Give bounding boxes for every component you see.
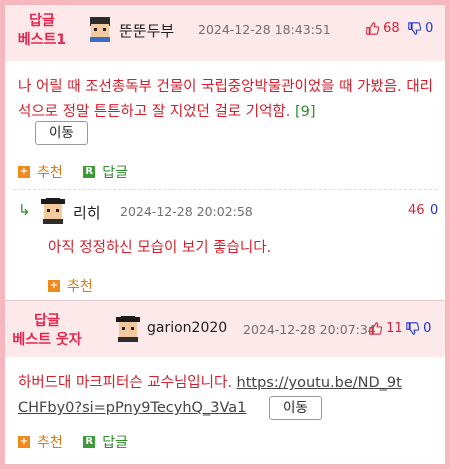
best-comment-header: 답글 베스트1 뚠뚠두부 2024-12-28 18:43:51 68 0 [5, 5, 445, 61]
comment-body: 아직 정정하신 모습이 보기 좋습니다. [48, 240, 272, 256]
reply-label: 답글 [102, 435, 128, 451]
downvote-button[interactable]: 0 [406, 321, 431, 336]
comment-list: 답글 베스트1 뚠뚠두부 2024-12-28 18:43:51 68 0 나 … [5, 5, 445, 464]
thumbs-up-icon [366, 22, 380, 35]
recommend-button[interactable]: + 추천 [48, 276, 93, 296]
move-button[interactable]: 이동 [268, 396, 322, 420]
comment-actions: + 추천 R 답글 [18, 162, 144, 182]
reply-square-icon: R [83, 436, 96, 448]
plus-square-icon: + [18, 436, 30, 448]
comment-timestamp: 2024-12-28 20:02:58 [120, 204, 253, 219]
thumbs-down-icon [406, 322, 420, 335]
comment-body: 하버드대 마크피터슨 교수님입니다. https://youtu.be/ND_9… [18, 371, 438, 421]
recommend-button[interactable]: + 추천 [18, 162, 63, 182]
best-comment-header: 답글 베스트 웃자 garion2020 2024-12-28 20:07:34… [5, 301, 445, 357]
upvote-count: 11 [386, 321, 403, 336]
best-badge-line1: 답글 [29, 13, 55, 29]
reply-square-icon: R [83, 166, 96, 178]
recommend-label: 추천 [37, 435, 63, 451]
comment-link-continued[interactable]: CHFby0?si=pPny9TecyhQ_3Va1 [18, 400, 246, 416]
divider [13, 189, 437, 190]
recommend-label: 추천 [37, 165, 63, 181]
comment-timestamp: 2024-12-28 20:07:34 [243, 322, 376, 337]
best-badge-line2: 베스트1 [17, 32, 67, 48]
plus-square-icon: + [18, 166, 30, 178]
reply-label: 답글 [102, 165, 128, 181]
reply-button[interactable]: R 답글 [83, 432, 128, 452]
thumbs-up-icon [369, 322, 383, 335]
comment-text: 나 어릴 때 조선총독부 건물이 국립중앙박물관이었을 때 가봤음. 대리석으로… [18, 79, 433, 120]
best-badge: 답글 베스트1 [5, 12, 79, 50]
best-badge-line1: 답글 [34, 313, 60, 329]
downvote-count: 0 [425, 21, 434, 36]
comment-author[interactable]: 리히 [73, 202, 101, 223]
upvote-count[interactable]: 46 [408, 203, 425, 218]
comment-body: 나 어릴 때 조선총독부 건물이 국립중앙박물관이었을 때 가봤음. 대리석으로… [18, 75, 436, 125]
comment-link[interactable]: https://youtu.be/ND_9t [237, 375, 402, 391]
comment-timestamp: 2024-12-28 18:43:51 [198, 22, 331, 37]
comment-author[interactable]: 뚠뚠두부 [119, 20, 174, 41]
upvote-button[interactable]: 11 [369, 321, 403, 336]
downvote-button[interactable]: 0 [408, 21, 433, 36]
reply-arrow-icon: ↳ [18, 201, 31, 219]
thumbs-down-icon [408, 22, 422, 35]
recommend-label: 추천 [67, 279, 93, 295]
upvote-count: 68 [383, 21, 400, 36]
avatar[interactable] [115, 316, 141, 342]
comment-actions: + 추천 [48, 276, 109, 296]
recommend-button[interactable]: + 추천 [18, 432, 63, 452]
move-button[interactable]: 이동 [35, 121, 88, 145]
avatar[interactable] [40, 198, 66, 224]
comment-text: 하버드대 마크피터슨 교수님입니다. [18, 375, 237, 391]
comment-actions: + 추천 R 답글 [18, 432, 144, 452]
plus-square-icon: + [48, 280, 60, 292]
upvote-button[interactable]: 68 [366, 21, 400, 36]
best-badge: 답글 베스트 웃자 [5, 312, 89, 350]
comment-author[interactable]: garion2020 [147, 320, 227, 336]
downvote-count[interactable]: 0 [430, 203, 438, 218]
reply-count[interactable]: [9] [295, 104, 316, 120]
avatar[interactable] [87, 16, 113, 42]
downvote-count: 0 [423, 321, 432, 336]
best-badge-line2: 베스트 웃자 [12, 332, 82, 348]
reply-button[interactable]: R 답글 [83, 162, 128, 182]
